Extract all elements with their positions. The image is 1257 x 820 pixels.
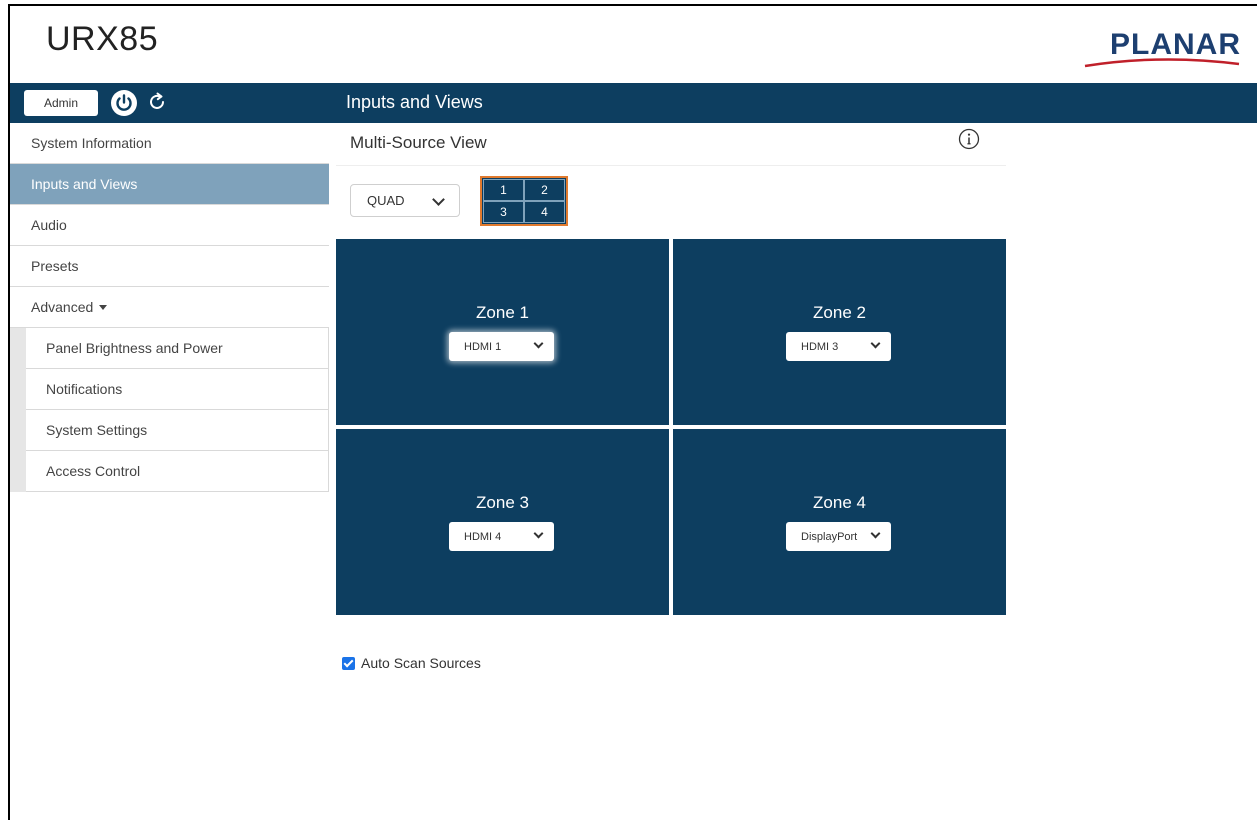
preview-cell: 4 — [524, 201, 565, 223]
zone-label: Zone 1 — [476, 303, 529, 322]
caret-down-icon — [99, 304, 108, 310]
sidebar-item-presets[interactable]: Presets — [10, 246, 329, 287]
auto-scan-option: Auto Scan Sources — [342, 655, 481, 671]
info-icon[interactable] — [958, 128, 980, 150]
chevron-down-icon — [533, 338, 544, 349]
sidebar-item-access-control[interactable]: Access Control — [26, 451, 328, 492]
zones-grid: Zone 1 HDMI 1 Zone 2 HDMI 3 Zone 3 HDMI … — [336, 239, 1006, 615]
sidebar-item-label: Presets — [31, 258, 79, 274]
zone-source-value: DisplayPort — [801, 530, 858, 543]
preview-cell: 3 — [483, 201, 524, 223]
layout-select[interactable]: QUAD — [350, 184, 460, 217]
auto-scan-checkbox[interactable] — [342, 656, 355, 670]
sidebar-item-label: Panel Brightness and Power — [46, 340, 223, 356]
preview-cell: 2 — [524, 179, 565, 201]
sidebar-item-label: Notifications — [46, 381, 123, 397]
nav-bar: Admin Inputs and Views — [10, 83, 1257, 123]
top-bar: URX85 PLANAR — [10, 6, 1257, 83]
sidebar-item-panel-brightness-and-power[interactable]: Panel Brightness and Power — [26, 328, 328, 369]
zone-1: Zone 1 HDMI 1 — [336, 239, 669, 425]
logo-swoosh-icon — [1084, 58, 1240, 68]
sidebar-item-audio[interactable]: Audio — [10, 205, 329, 246]
zone-2: Zone 2 HDMI 3 — [673, 239, 1006, 425]
zone-source-value: HDMI 1 — [464, 340, 502, 353]
sidebar-item-notifications[interactable]: Notifications — [26, 369, 328, 410]
zone-3: Zone 3 HDMI 4 — [336, 429, 669, 615]
sidebar-item-label: Inputs and Views — [31, 176, 138, 192]
zone-source-value: HDMI 4 — [464, 530, 502, 543]
preview-cell: 1 — [483, 179, 524, 201]
zone-4: Zone 4 DisplayPort — [673, 429, 1006, 615]
zone-label: Zone 4 — [813, 493, 866, 512]
advanced-submenu: Panel Brightness and Power Notifications… — [10, 328, 329, 492]
sidebar-item-system-settings[interactable]: System Settings — [26, 410, 328, 451]
sidebar: System Information Inputs and Views Audi… — [10, 123, 329, 492]
refresh-icon[interactable] — [146, 91, 168, 113]
sidebar-item-label: Advanced — [31, 299, 94, 315]
sidebar-item-label: Audio — [31, 217, 67, 233]
zone-3-source-select[interactable]: HDMI 4 — [449, 522, 554, 551]
zone-2-source-select[interactable]: HDMI 3 — [786, 332, 891, 361]
zone-label: Zone 2 — [813, 303, 866, 322]
zone-4-source-select[interactable]: DisplayPort — [786, 522, 891, 551]
app-title: URX85 — [46, 20, 159, 58]
chevron-down-icon — [432, 193, 445, 206]
section-title: Multi-Source View — [350, 133, 487, 152]
chevron-down-icon — [870, 338, 881, 349]
sidebar-item-label: Access Control — [46, 463, 141, 479]
content-header: Multi-Source View — [336, 123, 1006, 166]
layout-select-value: QUAD — [367, 193, 405, 208]
sidebar-item-label: System Information — [31, 135, 152, 151]
admin-button[interactable]: Admin — [24, 90, 98, 116]
sidebar-item-system-information[interactable]: System Information — [10, 123, 329, 164]
sidebar-item-advanced[interactable]: Advanced — [10, 287, 329, 328]
chevron-down-icon — [870, 528, 881, 539]
page-title: Inputs and Views — [346, 92, 483, 112]
sidebar-item-inputs-and-views[interactable]: Inputs and Views — [10, 164, 329, 205]
power-icon[interactable] — [109, 88, 139, 118]
sidebar-item-label: System Settings — [46, 422, 148, 438]
zone-source-value: HDMI 3 — [801, 340, 839, 353]
quad-layout-preview[interactable]: 1 2 3 4 — [480, 176, 568, 226]
planar-logo: PLANAR — [1071, 28, 1241, 70]
auto-scan-label: Auto Scan Sources — [361, 655, 481, 671]
zone-label: Zone 3 — [476, 493, 529, 512]
chevron-down-icon — [533, 528, 544, 539]
zone-1-source-select[interactable]: HDMI 1 — [449, 332, 554, 361]
